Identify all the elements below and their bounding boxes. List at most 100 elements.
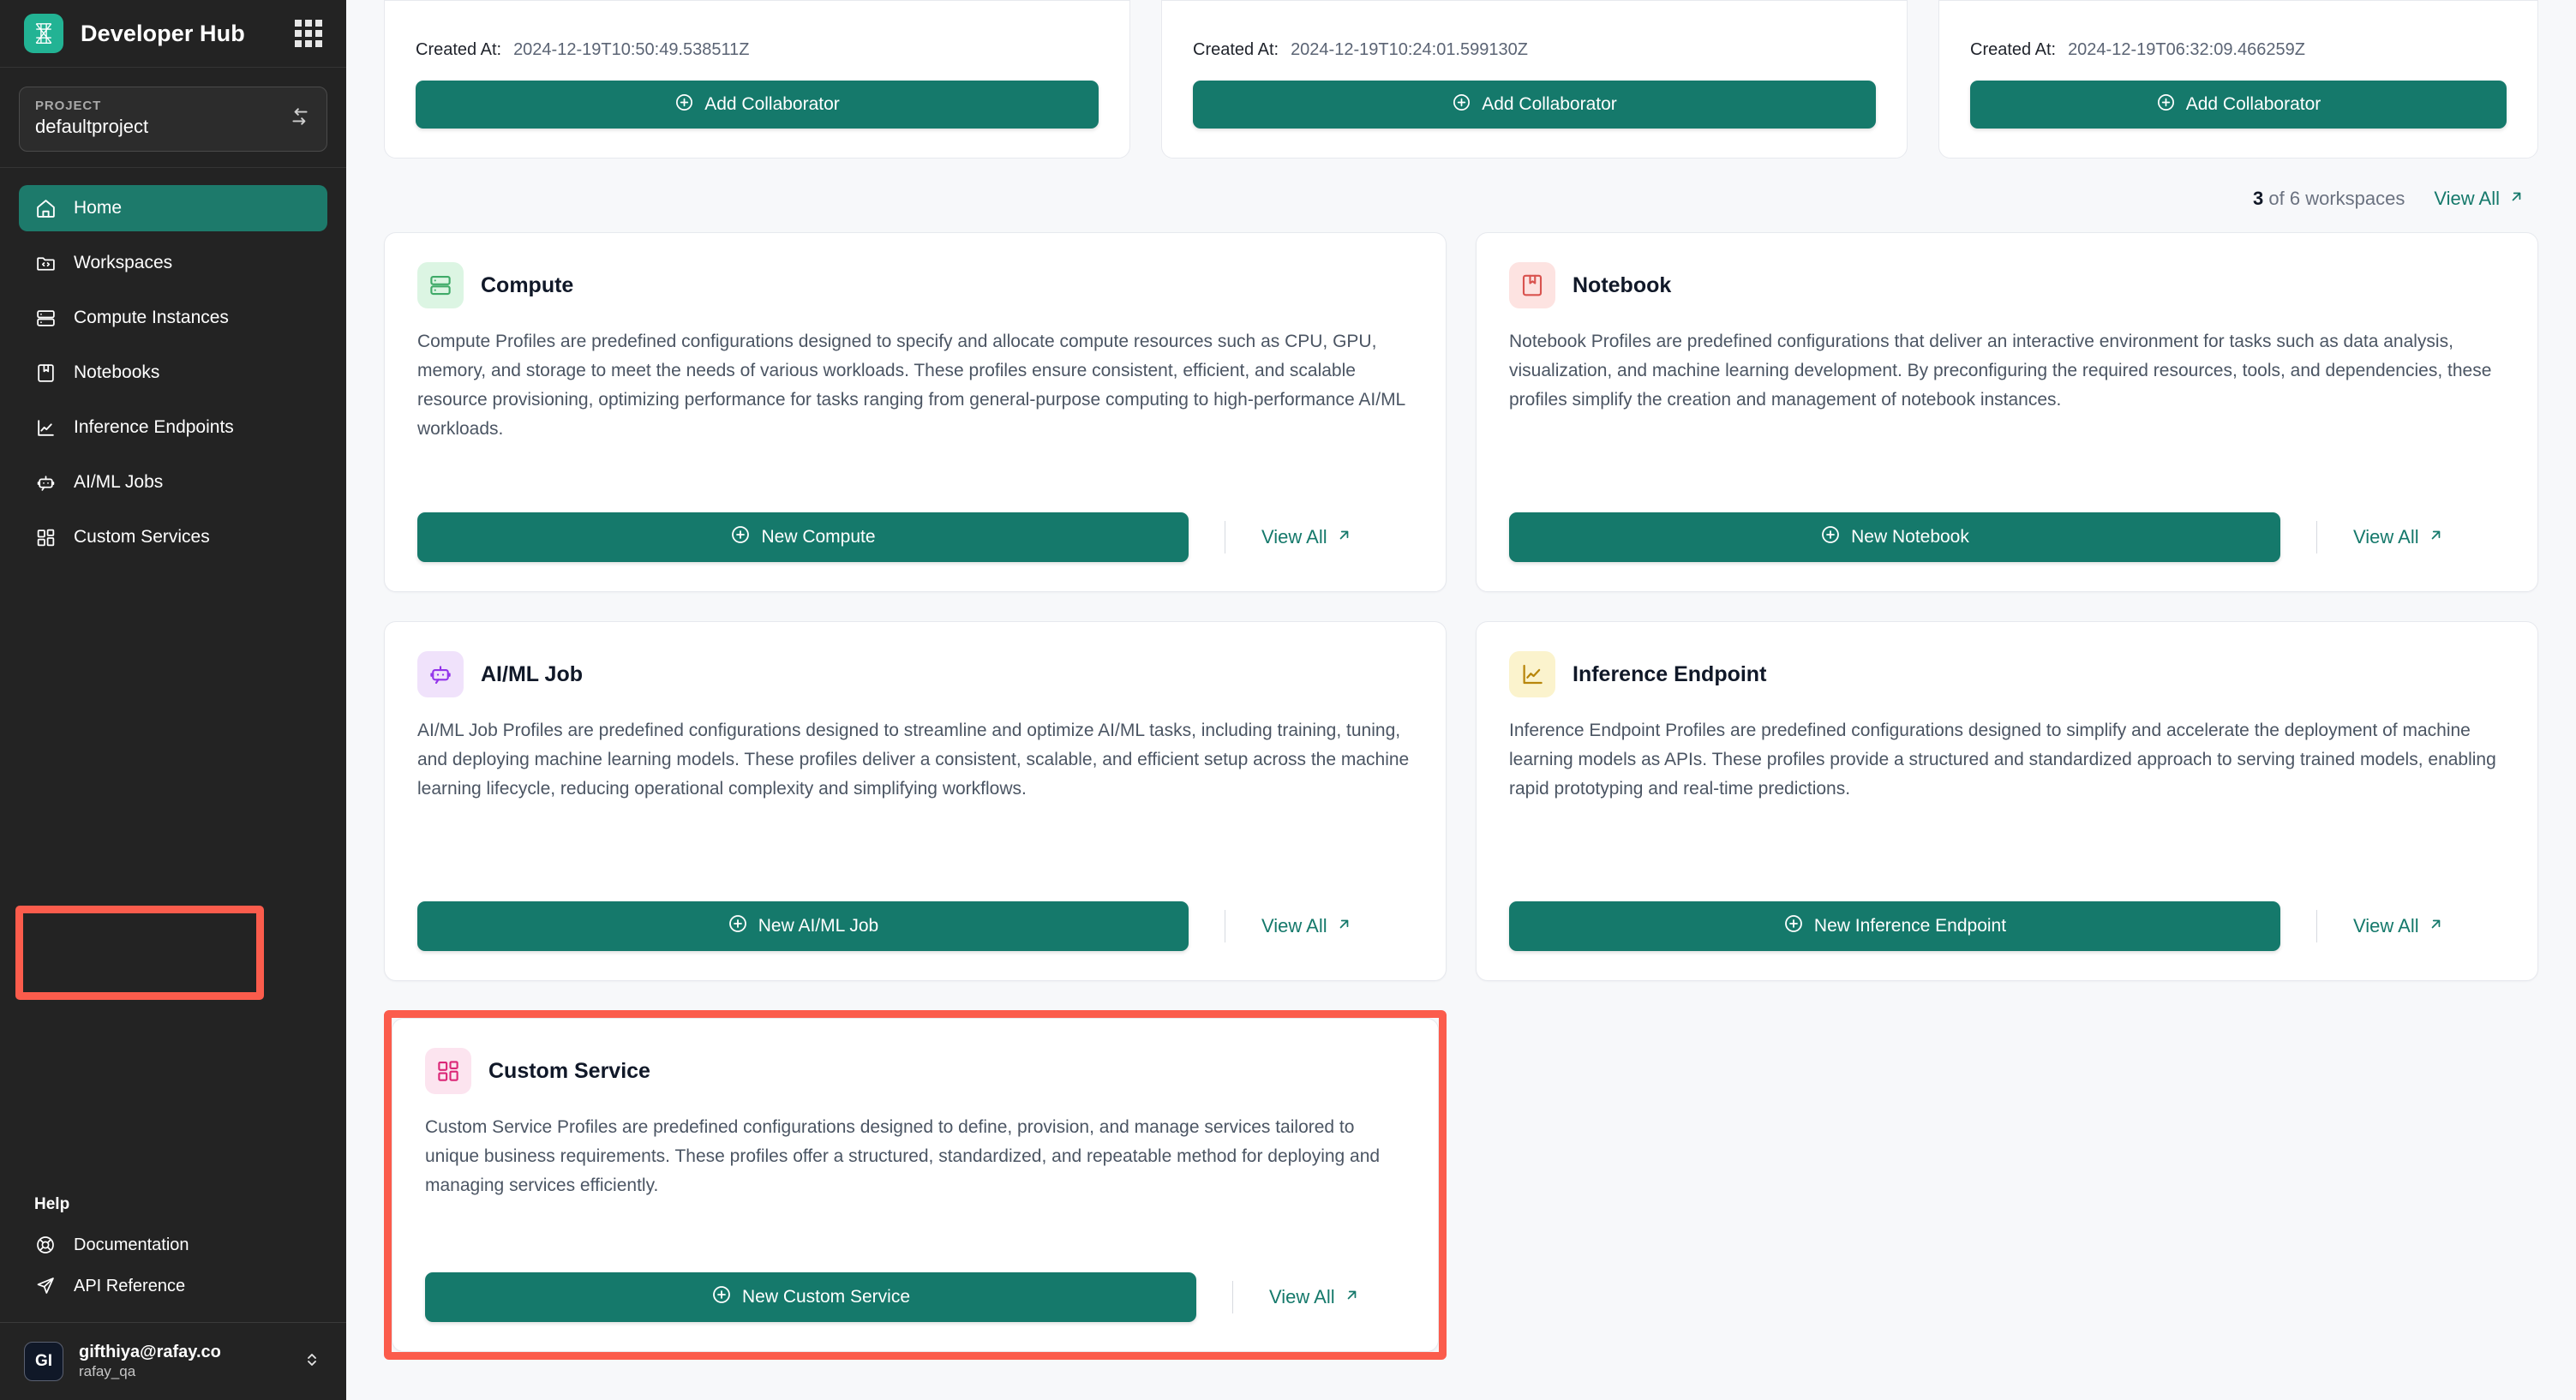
new-compute-button[interactable]: New Compute [417, 512, 1189, 562]
new-aiml-job-button[interactable]: New AI/ML Job [417, 901, 1189, 951]
new-custom-service-button[interactable]: New Custom Service [425, 1272, 1196, 1322]
sidebar-item-label: AI/ML Jobs [74, 472, 164, 492]
profiles-grid: Compute Compute Profiles are predefined … [346, 210, 2576, 1360]
sidebar-item-label: Custom Services [74, 527, 210, 547]
plus-circle-icon [1783, 913, 1804, 939]
arrow-up-right-icon [1336, 915, 1352, 937]
new-custom-service-label: New Custom Service [741, 1287, 911, 1307]
notebook-view-all-link[interactable]: View All [2353, 526, 2444, 548]
created-at-value: 2024-12-19T10:24:01.599130Z [1291, 40, 1528, 59]
help-item-documentation[interactable]: Documentation [19, 1224, 327, 1265]
help-item-label: Documentation [74, 1235, 189, 1254]
sidebar-item-aiml-jobs[interactable]: AI/ML Jobs [19, 459, 327, 506]
new-notebook-label: New Notebook [1851, 527, 1969, 547]
brand-title: Developer Hub [81, 20, 245, 46]
server-icon [34, 307, 57, 329]
sidebar-item-inference-endpoints[interactable]: Inference Endpoints [19, 404, 327, 451]
card-description: Custom Service Profiles are predefined c… [425, 1117, 1381, 1196]
card-title: Compute [481, 272, 574, 297]
line-chart-icon [1509, 651, 1555, 697]
arrow-up-right-icon [1344, 1286, 1360, 1308]
new-compute-label: New Compute [761, 527, 876, 547]
add-collaborator-button[interactable]: Add Collaborator [1193, 81, 1876, 129]
sidebar-item-notebooks[interactable]: Notebooks [19, 350, 327, 396]
inference-view-all-link[interactable]: View All [2353, 915, 2444, 937]
add-collaborator-label: Add Collaborator [704, 94, 840, 114]
help-item-label: API Reference [74, 1276, 186, 1295]
user-account-switcher[interactable]: GI gifthiya@rafay.co rafay_qa [0, 1323, 346, 1400]
workspace-card: Created At: 2024-12-19T10:50:49.538511Z … [384, 0, 1130, 159]
sidebar-item-custom-services[interactable]: Custom Services [19, 514, 327, 560]
divider [1232, 1281, 1233, 1313]
chevron-up-down-icon [302, 1349, 322, 1374]
sidebar-item-label: Inference Endpoints [74, 417, 234, 437]
card-title: Custom Service [488, 1058, 650, 1083]
divider [2316, 521, 2317, 553]
send-icon [34, 1275, 57, 1297]
layout-blocks-icon [425, 1048, 471, 1094]
new-inference-endpoint-label: New Inference Endpoint [1813, 916, 2007, 936]
divider [2316, 910, 2317, 942]
project-value: defaultproject [35, 116, 149, 137]
arrow-up-right-icon [1336, 526, 1352, 548]
workspace-card: Created At: 2024-12-19T06:32:09.466259Z … [1938, 0, 2538, 159]
sidebar-item-home[interactable]: Home [19, 185, 327, 231]
card-title: AI/ML Job [481, 661, 583, 686]
sidebar-item-label: Workspaces [74, 253, 173, 272]
avatar: GI [24, 1342, 63, 1381]
view-all-label: View All [2353, 915, 2419, 936]
workspace-card: Created At: 2024-12-19T10:24:01.599130Z … [1161, 0, 1908, 159]
sidebar-item-workspaces[interactable]: Workspaces [19, 240, 327, 286]
add-collaborator-button[interactable]: Add Collaborator [416, 81, 1099, 129]
plus-circle-icon [2156, 93, 2176, 117]
view-all-label: View All [2353, 526, 2419, 547]
add-collaborator-label: Add Collaborator [1482, 94, 1617, 114]
card-title: Notebook [1573, 272, 1672, 297]
created-at-label: Created At: [416, 40, 502, 59]
arrow-up-right-icon [2428, 915, 2444, 937]
project-selector-wrap: PROJECT defaultproject [0, 68, 346, 168]
workspaces-view-all-link[interactable]: View All [2434, 188, 2525, 210]
plus-circle-icon [730, 524, 751, 550]
plus-circle-icon [674, 93, 694, 117]
apps-grid-icon[interactable] [295, 20, 322, 47]
new-aiml-job-label: New AI/ML Job [758, 916, 879, 936]
view-all-label: View All [1261, 915, 1327, 936]
plus-circle-icon [1452, 93, 1471, 117]
sidebar-item-label: Notebooks [74, 362, 160, 382]
sidebar-item-compute-instances[interactable]: Compute Instances [19, 295, 327, 341]
help-title: Help [34, 1195, 70, 1213]
created-at-row: Created At: 2024-12-19T06:32:09.466259Z [1970, 1, 2507, 60]
plus-circle-icon [711, 1284, 732, 1310]
lifebuoy-icon [34, 1234, 57, 1256]
created-at-value: 2024-12-19T10:50:49.538511Z [513, 40, 750, 59]
created-at-row: Created At: 2024-12-19T10:50:49.538511Z [416, 1, 1099, 60]
created-at-row: Created At: 2024-12-19T10:24:01.599130Z [1193, 1, 1876, 60]
add-collaborator-button[interactable]: Add Collaborator [1970, 81, 2507, 129]
inference-endpoint-profile-card: Inference Endpoint Inference Endpoint Pr… [1476, 621, 2538, 981]
card-description: Notebook Profiles are predefined configu… [1509, 332, 2492, 410]
sidebar: Developer Hub PROJECT defaultproject Hom… [0, 0, 346, 1400]
aiml-job-view-all-link[interactable]: View All [1261, 915, 1352, 937]
aiml-job-profile-card: AI/ML Job AI/ML Job Profiles are predefi… [384, 621, 1447, 981]
plus-circle-icon [1820, 524, 1841, 550]
swap-arrows-icon [289, 105, 311, 132]
compute-view-all-link[interactable]: View All [1261, 526, 1352, 548]
custom-service-view-all-link[interactable]: View All [1269, 1286, 1360, 1308]
workspaces-strip: Created At: 2024-12-19T10:50:49.538511Z … [346, 0, 2576, 159]
sidebar-help-section: Help Documentation API Reference [0, 1188, 346, 1323]
new-notebook-button[interactable]: New Notebook [1509, 512, 2280, 562]
profiles-right-column: Notebook Notebook Profiles are predefine… [1476, 232, 2538, 1360]
new-inference-endpoint-button[interactable]: New Inference Endpoint [1509, 901, 2280, 951]
profiles-left-column: Compute Compute Profiles are predefined … [384, 232, 1447, 1360]
notebook-profile-card: Notebook Notebook Profiles are predefine… [1476, 232, 2538, 592]
workspaces-footer: 3 of 6 workspaces View All [346, 159, 2576, 210]
arrow-up-right-icon [2428, 526, 2444, 548]
created-at-label: Created At: [1970, 40, 2057, 59]
project-selector[interactable]: PROJECT defaultproject [19, 87, 327, 152]
folder-code-icon [34, 252, 57, 274]
card-description: Compute Profiles are predefined configur… [417, 332, 1405, 440]
help-item-api-reference[interactable]: API Reference [19, 1265, 327, 1307]
plus-circle-icon [728, 913, 748, 939]
rafay-logo-icon [24, 14, 63, 53]
